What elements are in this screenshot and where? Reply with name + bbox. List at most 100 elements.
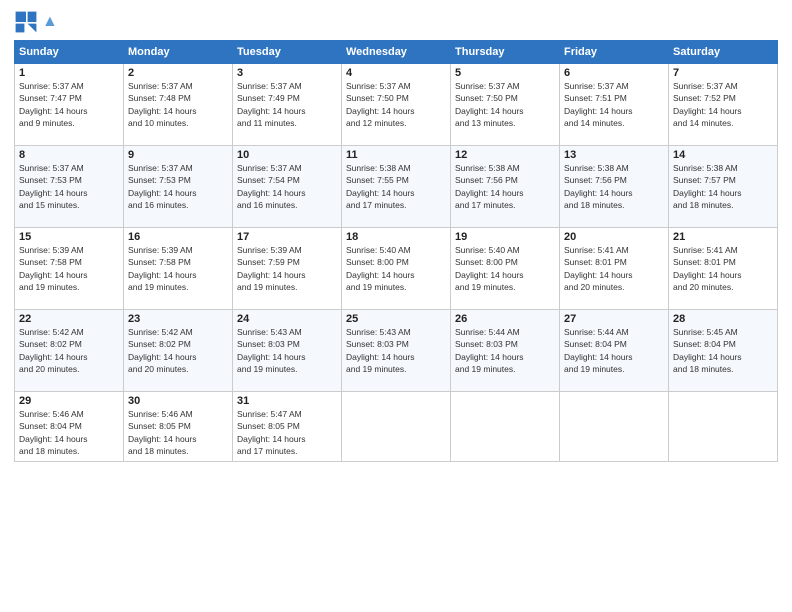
day-info: Sunrise: 5:46 AM Sunset: 8:04 PM Dayligh…	[19, 408, 119, 457]
day-number: 7	[673, 67, 773, 79]
day-info: Sunrise: 5:38 AM Sunset: 7:56 PM Dayligh…	[564, 162, 664, 211]
day-number: 24	[237, 313, 337, 325]
calendar-cell: 9Sunrise: 5:37 AM Sunset: 7:53 PM Daylig…	[124, 146, 233, 228]
calendar-cell: 4Sunrise: 5:37 AM Sunset: 7:50 PM Daylig…	[342, 64, 451, 146]
calendar-week-row: 22Sunrise: 5:42 AM Sunset: 8:02 PM Dayli…	[15, 310, 778, 392]
day-number: 22	[19, 313, 119, 325]
day-info: Sunrise: 5:39 AM Sunset: 7:58 PM Dayligh…	[128, 244, 228, 293]
day-info: Sunrise: 5:45 AM Sunset: 8:04 PM Dayligh…	[673, 326, 773, 375]
calendar-cell	[342, 392, 451, 462]
day-number: 10	[237, 149, 337, 161]
calendar-table: SundayMondayTuesdayWednesdayThursdayFrid…	[14, 40, 778, 462]
calendar-cell: 3Sunrise: 5:37 AM Sunset: 7:49 PM Daylig…	[233, 64, 342, 146]
day-info: Sunrise: 5:38 AM Sunset: 7:57 PM Dayligh…	[673, 162, 773, 211]
day-info: Sunrise: 5:38 AM Sunset: 7:56 PM Dayligh…	[455, 162, 555, 211]
day-number: 3	[237, 67, 337, 79]
day-info: Sunrise: 5:37 AM Sunset: 7:54 PM Dayligh…	[237, 162, 337, 211]
calendar-cell: 8Sunrise: 5:37 AM Sunset: 7:53 PM Daylig…	[15, 146, 124, 228]
day-info: Sunrise: 5:37 AM Sunset: 7:49 PM Dayligh…	[237, 80, 337, 129]
day-number: 1	[19, 67, 119, 79]
header-row: SundayMondayTuesdayWednesdayThursdayFrid…	[15, 41, 778, 64]
day-number: 16	[128, 231, 228, 243]
day-info: Sunrise: 5:41 AM Sunset: 8:01 PM Dayligh…	[564, 244, 664, 293]
day-number: 14	[673, 149, 773, 161]
calendar-cell: 6Sunrise: 5:37 AM Sunset: 7:51 PM Daylig…	[560, 64, 669, 146]
day-number: 20	[564, 231, 664, 243]
calendar-cell: 26Sunrise: 5:44 AM Sunset: 8:03 PM Dayli…	[451, 310, 560, 392]
day-number: 9	[128, 149, 228, 161]
day-info: Sunrise: 5:37 AM Sunset: 7:48 PM Dayligh…	[128, 80, 228, 129]
calendar-cell: 20Sunrise: 5:41 AM Sunset: 8:01 PM Dayli…	[560, 228, 669, 310]
day-number: 2	[128, 67, 228, 79]
calendar-cell: 22Sunrise: 5:42 AM Sunset: 8:02 PM Dayli…	[15, 310, 124, 392]
calendar-cell: 2Sunrise: 5:37 AM Sunset: 7:48 PM Daylig…	[124, 64, 233, 146]
calendar-cell: 18Sunrise: 5:40 AM Sunset: 8:00 PM Dayli…	[342, 228, 451, 310]
day-number: 23	[128, 313, 228, 325]
calendar-cell: 28Sunrise: 5:45 AM Sunset: 8:04 PM Dayli…	[669, 310, 778, 392]
day-number: 26	[455, 313, 555, 325]
day-info: Sunrise: 5:39 AM Sunset: 7:59 PM Dayligh…	[237, 244, 337, 293]
logo: ▲	[14, 10, 58, 34]
calendar-cell: 16Sunrise: 5:39 AM Sunset: 7:58 PM Dayli…	[124, 228, 233, 310]
day-info: Sunrise: 5:37 AM Sunset: 7:52 PM Dayligh…	[673, 80, 773, 129]
day-number: 18	[346, 231, 446, 243]
calendar-cell	[451, 392, 560, 462]
day-number: 15	[19, 231, 119, 243]
header: ▲	[14, 10, 778, 34]
day-number: 31	[237, 395, 337, 407]
weekday-header: Saturday	[669, 41, 778, 64]
page-container: ▲ SundayMondayTuesdayWednesdayThursdayFr…	[0, 0, 792, 612]
calendar-cell: 24Sunrise: 5:43 AM Sunset: 8:03 PM Dayli…	[233, 310, 342, 392]
calendar-cell: 17Sunrise: 5:39 AM Sunset: 7:59 PM Dayli…	[233, 228, 342, 310]
day-number: 27	[564, 313, 664, 325]
calendar-cell: 12Sunrise: 5:38 AM Sunset: 7:56 PM Dayli…	[451, 146, 560, 228]
calendar-body: 1Sunrise: 5:37 AM Sunset: 7:47 PM Daylig…	[15, 64, 778, 462]
weekday-header: Thursday	[451, 41, 560, 64]
day-number: 29	[19, 395, 119, 407]
weekday-header: Monday	[124, 41, 233, 64]
calendar-cell	[560, 392, 669, 462]
day-info: Sunrise: 5:43 AM Sunset: 8:03 PM Dayligh…	[237, 326, 337, 375]
logo-icon	[14, 10, 38, 34]
calendar-cell: 11Sunrise: 5:38 AM Sunset: 7:55 PM Dayli…	[342, 146, 451, 228]
day-info: Sunrise: 5:42 AM Sunset: 8:02 PM Dayligh…	[19, 326, 119, 375]
day-number: 11	[346, 149, 446, 161]
calendar-cell: 19Sunrise: 5:40 AM Sunset: 8:00 PM Dayli…	[451, 228, 560, 310]
calendar-cell: 14Sunrise: 5:38 AM Sunset: 7:57 PM Dayli…	[669, 146, 778, 228]
calendar-cell: 15Sunrise: 5:39 AM Sunset: 7:58 PM Dayli…	[15, 228, 124, 310]
day-info: Sunrise: 5:37 AM Sunset: 7:53 PM Dayligh…	[19, 162, 119, 211]
calendar-cell: 23Sunrise: 5:42 AM Sunset: 8:02 PM Dayli…	[124, 310, 233, 392]
day-info: Sunrise: 5:37 AM Sunset: 7:51 PM Dayligh…	[564, 80, 664, 129]
day-number: 19	[455, 231, 555, 243]
calendar-cell: 1Sunrise: 5:37 AM Sunset: 7:47 PM Daylig…	[15, 64, 124, 146]
day-info: Sunrise: 5:42 AM Sunset: 8:02 PM Dayligh…	[128, 326, 228, 375]
day-number: 6	[564, 67, 664, 79]
calendar-cell: 5Sunrise: 5:37 AM Sunset: 7:50 PM Daylig…	[451, 64, 560, 146]
calendar-week-row: 15Sunrise: 5:39 AM Sunset: 7:58 PM Dayli…	[15, 228, 778, 310]
calendar-cell: 29Sunrise: 5:46 AM Sunset: 8:04 PM Dayli…	[15, 392, 124, 462]
day-number: 5	[455, 67, 555, 79]
day-info: Sunrise: 5:43 AM Sunset: 8:03 PM Dayligh…	[346, 326, 446, 375]
day-info: Sunrise: 5:37 AM Sunset: 7:53 PM Dayligh…	[128, 162, 228, 211]
day-number: 4	[346, 67, 446, 79]
weekday-header: Friday	[560, 41, 669, 64]
day-info: Sunrise: 5:44 AM Sunset: 8:03 PM Dayligh…	[455, 326, 555, 375]
day-info: Sunrise: 5:39 AM Sunset: 7:58 PM Dayligh…	[19, 244, 119, 293]
calendar-cell: 13Sunrise: 5:38 AM Sunset: 7:56 PM Dayli…	[560, 146, 669, 228]
day-info: Sunrise: 5:37 AM Sunset: 7:50 PM Dayligh…	[455, 80, 555, 129]
day-number: 30	[128, 395, 228, 407]
calendar-cell: 7Sunrise: 5:37 AM Sunset: 7:52 PM Daylig…	[669, 64, 778, 146]
weekday-header: Sunday	[15, 41, 124, 64]
calendar-cell: 10Sunrise: 5:37 AM Sunset: 7:54 PM Dayli…	[233, 146, 342, 228]
calendar-cell: 31Sunrise: 5:47 AM Sunset: 8:05 PM Dayli…	[233, 392, 342, 462]
day-number: 8	[19, 149, 119, 161]
day-number: 21	[673, 231, 773, 243]
calendar-cell	[669, 392, 778, 462]
calendar-cell: 30Sunrise: 5:46 AM Sunset: 8:05 PM Dayli…	[124, 392, 233, 462]
logo-accent: ▲	[42, 13, 58, 30]
day-info: Sunrise: 5:38 AM Sunset: 7:55 PM Dayligh…	[346, 162, 446, 211]
calendar-cell: 27Sunrise: 5:44 AM Sunset: 8:04 PM Dayli…	[560, 310, 669, 392]
day-number: 28	[673, 313, 773, 325]
day-number: 12	[455, 149, 555, 161]
calendar-header: SundayMondayTuesdayWednesdayThursdayFrid…	[15, 41, 778, 64]
